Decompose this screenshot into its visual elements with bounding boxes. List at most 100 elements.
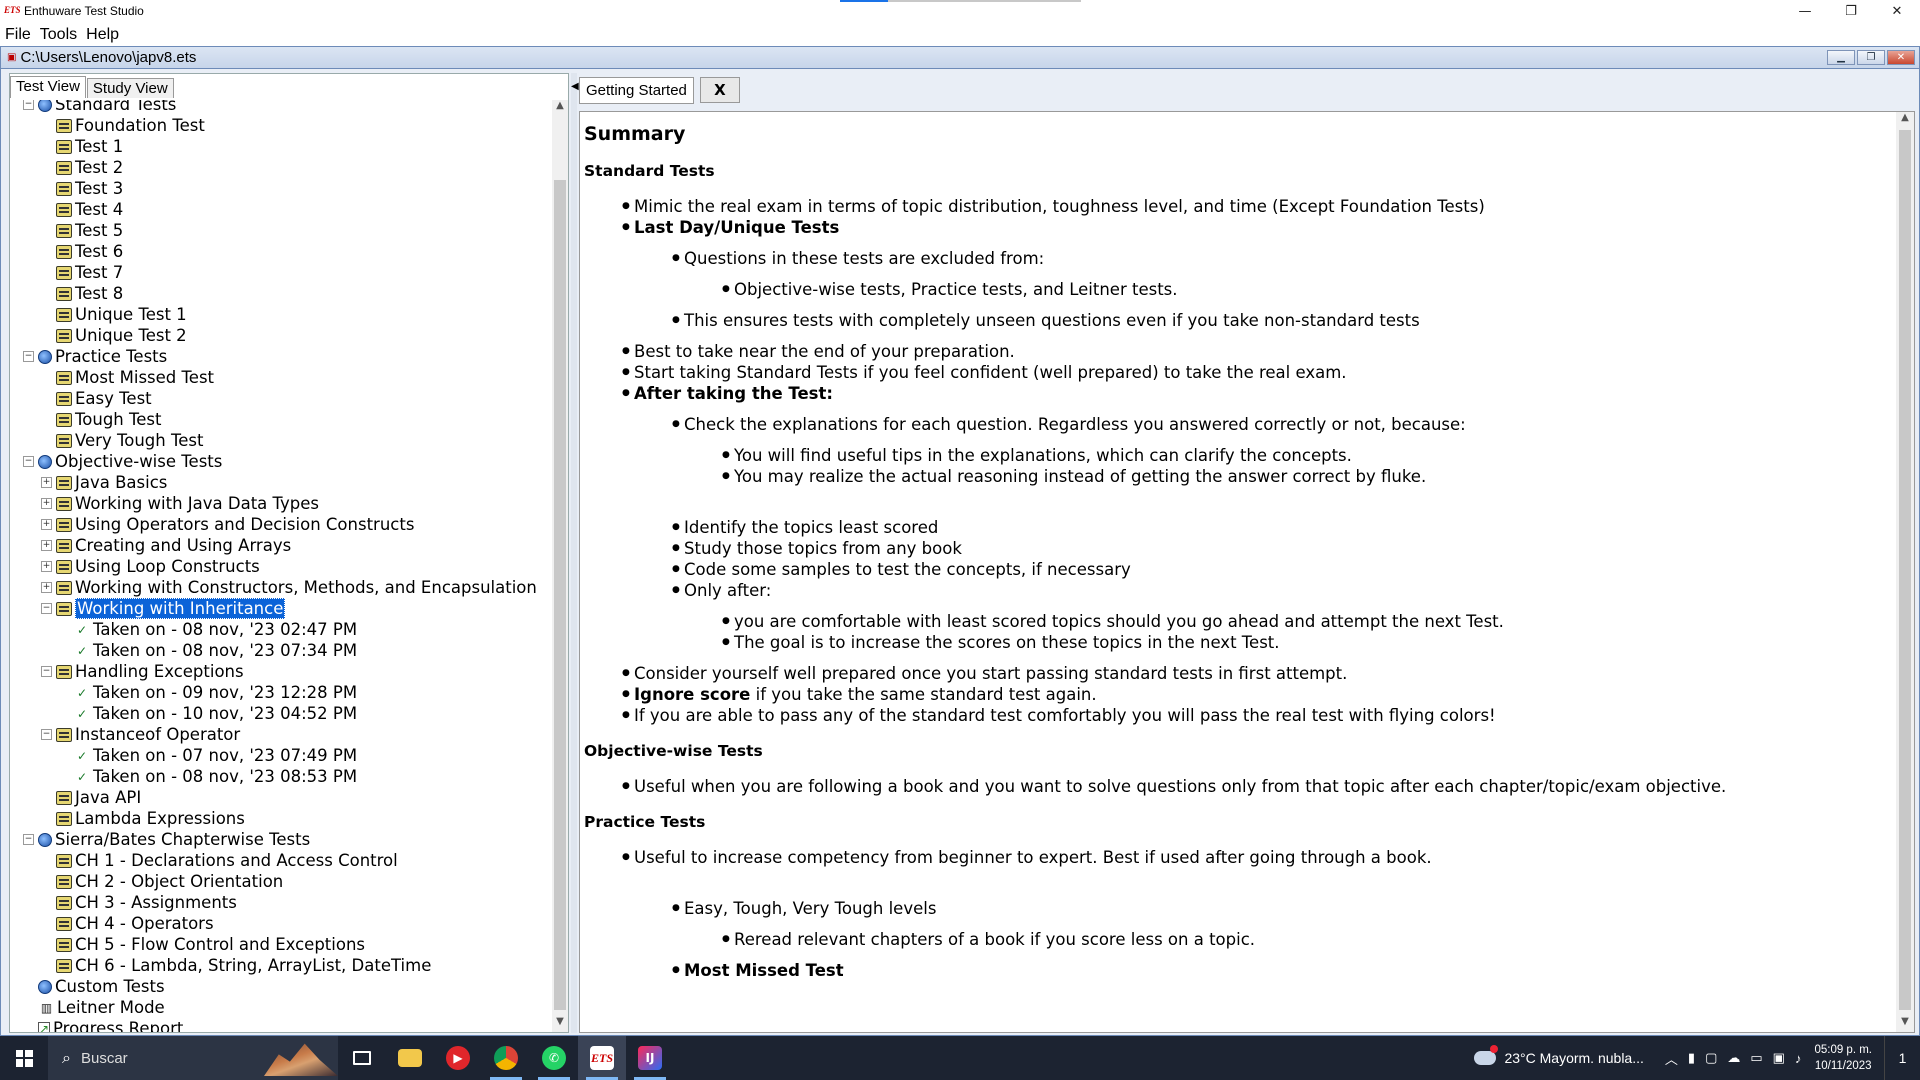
tree-item[interactable]: Test 1 — [56, 136, 123, 157]
taskbar-enthuware[interactable]: ETS — [578, 1036, 626, 1080]
show-hidden-icons-chevron-icon[interactable]: ︿ — [1665, 1049, 1678, 1068]
expand-icon[interactable]: + — [41, 561, 52, 572]
expand-icon[interactable]: + — [41, 498, 52, 509]
tree-item[interactable]: Test 6 — [56, 241, 123, 262]
tree-scroll-thumb[interactable] — [554, 180, 566, 1010]
tree-item[interactable]: ✓ Taken on - 08 nov, '23 08:53 PM — [74, 766, 357, 787]
tree-item[interactable]: ✓ Taken on - 10 nov, '23 04:52 PM — [74, 703, 357, 724]
collapse-arrow-icon[interactable]: ◀ — [571, 81, 579, 92]
tree-item[interactable]: CH 3 - Assignments — [56, 892, 237, 913]
scroll-down-icon[interactable]: ▼ — [552, 1016, 568, 1032]
tree-item[interactable]: − Objective-wise Tests — [23, 451, 222, 472]
tree-item[interactable]: CH 1 - Declarations and Access Control — [56, 850, 398, 871]
tree-item[interactable]: − Practice Tests — [23, 346, 167, 367]
close-button[interactable]: ✕ — [1874, 0, 1920, 22]
scroll-up-icon[interactable]: ▲ — [552, 100, 568, 116]
tree-item[interactable]: − Working with Inheritance — [41, 598, 286, 619]
tree-item[interactable]: + Java Basics — [41, 472, 167, 493]
meet-now-icon[interactable]: ▢ — [1705, 1050, 1717, 1066]
tree-item[interactable]: Easy Test — [56, 388, 152, 409]
tree-item[interactable]: Java API — [56, 787, 141, 808]
taskbar-media-player[interactable]: ▶ — [434, 1036, 482, 1080]
tree-item[interactable]: ✓ Taken on - 08 nov, '23 07:34 PM — [74, 640, 357, 661]
scroll-down-icon[interactable]: ▼ — [1896, 1016, 1914, 1032]
tree-item[interactable]: ↗ Progress Report — [38, 1018, 183, 1032]
tree-scrollbar[interactable]: ▲ ▼ — [552, 100, 568, 1032]
tab-study-view[interactable]: Study View — [86, 78, 174, 98]
tree-item[interactable]: − Standard Tests — [23, 100, 176, 115]
tree-item[interactable]: Test 4 — [56, 199, 123, 220]
expand-icon[interactable]: + — [41, 519, 52, 530]
tree-item[interactable]: Unique Test 1 — [56, 304, 187, 325]
notification-center-icon[interactable]: 1 — [1884, 1036, 1920, 1080]
restore-button[interactable]: ❐ — [1828, 0, 1874, 22]
tree-item[interactable]: − Handling Exceptions — [41, 661, 244, 682]
expand-icon[interactable]: + — [41, 582, 52, 593]
tree-item[interactable]: Test 5 — [56, 220, 123, 241]
content-scroll-thumb[interactable] — [1899, 130, 1911, 1010]
minimize-button[interactable]: — — [1782, 0, 1828, 22]
weather-widget[interactable]: 23°C Mayorm. nubla... — [1474, 1045, 1644, 1066]
menu-help[interactable]: Help — [86, 26, 119, 44]
tree-item[interactable]: ✓ Taken on - 08 nov, '23 02:47 PM — [74, 619, 357, 640]
tree-item[interactable]: + Working with Java Data Types — [41, 493, 319, 514]
collapse-icon[interactable]: − — [41, 729, 52, 740]
tree-item[interactable]: CH 5 - Flow Control and Exceptions — [56, 934, 365, 955]
tree-item[interactable]: Lambda Expressions — [56, 808, 245, 829]
expand-icon[interactable]: + — [41, 477, 52, 488]
tree-item[interactable]: + Working with Constructors, Methods, and… — [41, 577, 537, 598]
tree-item[interactable]: Most Missed Test — [56, 367, 214, 388]
collapse-icon[interactable]: − — [23, 100, 34, 110]
tree-item[interactable]: Test 7 — [56, 262, 123, 283]
volume-icon[interactable]: ♪ — [1795, 1051, 1802, 1066]
scroll-up-icon[interactable]: ▲ — [1896, 112, 1914, 128]
tree-item[interactable]: Unique Test 2 — [56, 325, 187, 346]
doc-restore-button[interactable]: ❐ — [1857, 50, 1885, 65]
taskbar-search[interactable]: ⌕ Buscar — [48, 1036, 338, 1080]
battery-icon[interactable]: ▭ — [1750, 1050, 1762, 1066]
content-scrollbar[interactable]: ▲ ▼ — [1896, 112, 1914, 1032]
collapse-icon[interactable]: − — [41, 603, 52, 614]
taskbar-intellij[interactable]: IJ — [626, 1036, 674, 1080]
tree-item[interactable]: Test 2 — [56, 157, 123, 178]
tree-item[interactable]: Tough Test — [56, 409, 162, 430]
collapse-icon[interactable]: − — [23, 456, 34, 467]
tree-item[interactable]: CH 4 - Operators — [56, 913, 214, 934]
tree-item[interactable]: Custom Tests — [38, 976, 165, 997]
performance-icon[interactable]: ▮ — [1688, 1050, 1695, 1066]
collapse-icon[interactable]: − — [23, 351, 34, 362]
tree-item[interactable]: − Instanceof Operator — [41, 724, 240, 745]
onedrive-cloud-icon[interactable]: ☁ — [1727, 1050, 1740, 1066]
menu-file[interactable]: File — [5, 26, 31, 44]
tree-item[interactable]: ✓ Taken on - 09 nov, '23 12:28 PM — [74, 682, 357, 703]
tree-item[interactable]: + Creating and Using Arrays — [41, 535, 291, 556]
tree-item[interactable]: ▥ Leitner Mode — [38, 997, 165, 1018]
tree-item[interactable]: Very Tough Test — [56, 430, 203, 451]
doc-close-button[interactable]: ✕ — [1887, 50, 1915, 65]
tab-getting-started[interactable]: Getting Started — [579, 76, 694, 104]
tree-item[interactable]: Foundation Test — [56, 115, 205, 136]
start-button[interactable] — [0, 1036, 48, 1080]
task-view-button[interactable] — [338, 1036, 386, 1080]
tab-test-view[interactable]: Test View — [10, 76, 86, 98]
taskbar-file-explorer[interactable] — [386, 1036, 434, 1080]
tree-item[interactable]: + Using Operators and Decision Constructs — [41, 514, 414, 535]
taskbar-whatsapp[interactable]: ✆ — [530, 1036, 578, 1080]
tree-item[interactable]: ✓ Taken on - 07 nov, '23 07:49 PM — [74, 745, 357, 766]
taskbar-chrome[interactable] — [482, 1036, 530, 1080]
tree-item[interactable]: + Using Loop Constructs — [41, 556, 260, 577]
collapse-icon[interactable]: − — [41, 666, 52, 677]
tree-item[interactable]: Test 3 — [56, 178, 123, 199]
tree-item[interactable]: CH 2 - Object Orientation — [56, 871, 283, 892]
taskbar-clock[interactable]: 05:09 p. m. 10/11/2023 — [1814, 1042, 1872, 1074]
collapse-icon[interactable]: − — [23, 834, 34, 845]
tree-item[interactable]: CH 6 - Lambda, String, ArrayList, DateTi… — [56, 955, 431, 976]
menu-tools[interactable]: Tools — [40, 26, 77, 44]
tree-item[interactable]: Test 8 — [56, 283, 123, 304]
expand-icon[interactable]: + — [41, 540, 52, 551]
doc-minimize-button[interactable]: ▁ — [1827, 50, 1855, 65]
close-tab-button[interactable]: X — [699, 77, 740, 103]
network-icon[interactable]: ▣ — [1773, 1050, 1785, 1066]
pane-splitter[interactable]: ◀ — [571, 73, 579, 1033]
tree-item[interactable]: − Sierra/Bates Chapterwise Tests — [23, 829, 310, 850]
